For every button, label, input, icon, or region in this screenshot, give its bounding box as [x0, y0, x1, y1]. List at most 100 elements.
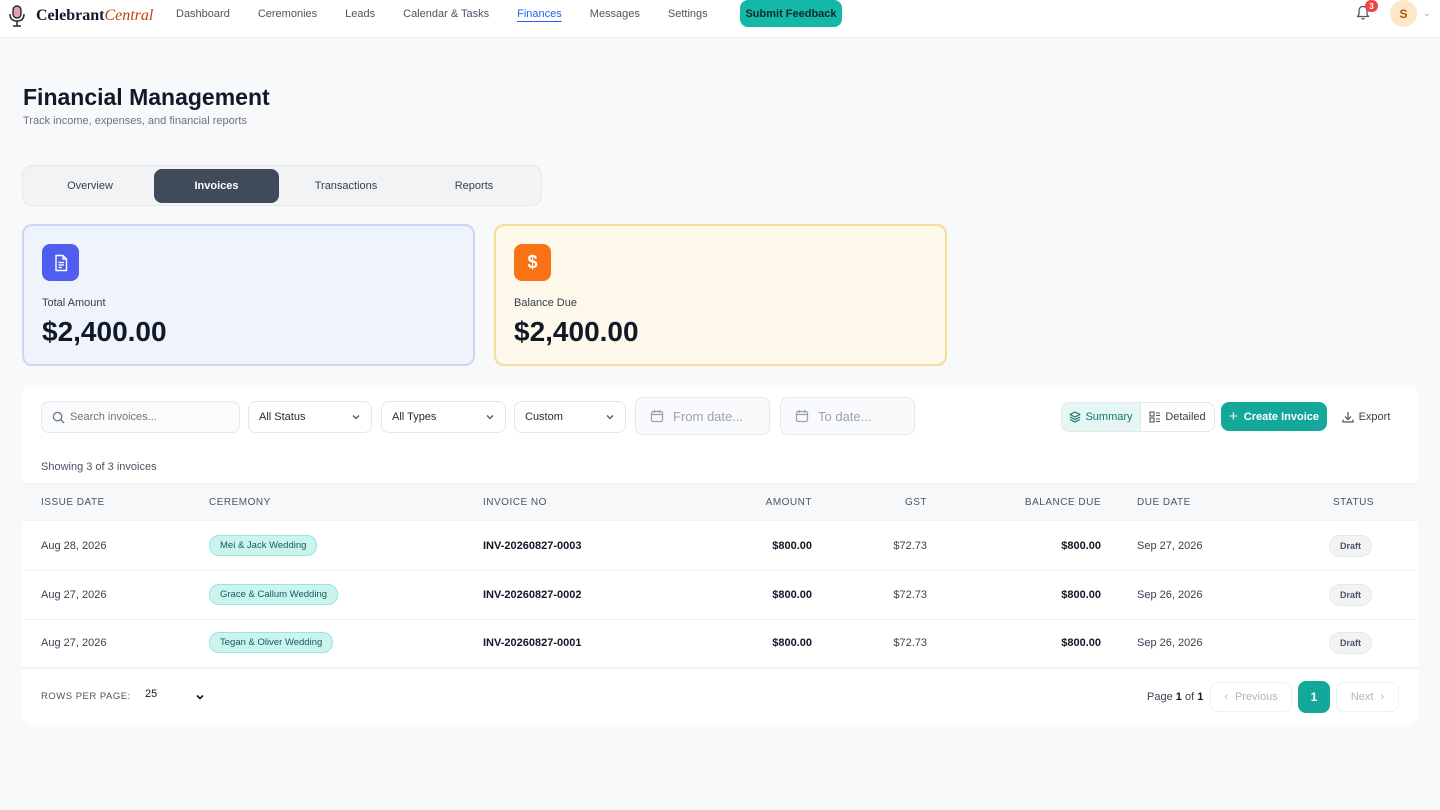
page-of: of	[1184, 691, 1195, 703]
amount-cell: $800.00	[772, 637, 812, 649]
amount-cell: $800.00	[772, 540, 812, 552]
invoice-no-cell[interactable]: INV-20260827-0002	[483, 589, 581, 601]
nav-messages[interactable]: Messages	[590, 8, 640, 20]
nav-calendar-tasks[interactable]: Calendar & Tasks	[403, 8, 489, 20]
app-logo[interactable]: CelebrantCentral	[8, 4, 153, 28]
page-info: Page 1 of 1	[1147, 691, 1203, 703]
chevron-down-icon[interactable]: ⌄	[1423, 8, 1431, 19]
page-current: 1	[1175, 691, 1182, 703]
ceremony-tag[interactable]: Grace & Callum Wedding	[209, 584, 339, 605]
create-invoice-button[interactable]: + Create Invoice	[1221, 402, 1327, 431]
column-invoice-no[interactable]: INVOICE NO	[483, 497, 547, 508]
rows-per-page-select[interactable]: 25	[145, 688, 205, 706]
total-amount-value: $2,400.00	[42, 316, 167, 347]
gst-cell: $72.73	[893, 637, 927, 649]
document-icon	[42, 244, 79, 281]
page-subtitle: Track income, expenses, and financial re…	[23, 115, 247, 127]
chevron-down-icon	[486, 415, 494, 420]
nav-settings[interactable]: Settings	[668, 8, 708, 20]
export-button[interactable]: Export	[1338, 402, 1394, 431]
table-header: ISSUE DATE CEREMONY INVOICE NO AMOUNT GS…	[22, 483, 1418, 521]
results-count: Showing 3 of 3 invoices	[41, 461, 157, 473]
balance-due-cell: $800.00	[1061, 637, 1101, 649]
column-balance-due[interactable]: BALANCE DUE	[1025, 497, 1101, 508]
nav-finances[interactable]: Finances	[517, 8, 562, 20]
rows-per-page-value: 25	[145, 688, 158, 700]
due-date-cell: Sep 26, 2026	[1137, 637, 1203, 649]
chevron-right-icon: ›	[1380, 691, 1385, 703]
type-filter[interactable]: All Types	[381, 401, 506, 433]
column-due-date[interactable]: DUE DATE	[1137, 497, 1191, 508]
status-filter-value: All Status	[259, 411, 306, 423]
microphone-icon	[9, 5, 25, 27]
nav-leads[interactable]: Leads	[345, 8, 375, 20]
balance-due-card: $ Balance Due $2,400.00	[494, 224, 947, 366]
finance-tabs: Overview Invoices Transactions Reports	[22, 165, 542, 206]
column-status[interactable]: STATUS	[1333, 497, 1374, 508]
ceremony-tag[interactable]: Mei & Jack Wedding	[209, 535, 318, 556]
column-amount[interactable]: AMOUNT	[766, 497, 812, 508]
list-icon	[1149, 411, 1161, 423]
balance-due-cell: $800.00	[1061, 540, 1101, 552]
tab-reports[interactable]: Reports	[410, 169, 538, 203]
search-icon	[52, 411, 65, 424]
user-avatar[interactable]: S	[1390, 0, 1417, 27]
chevron-down-icon	[196, 694, 204, 700]
page-prefix: Page	[1147, 691, 1173, 703]
view-toggle: Summary Detailed	[1061, 402, 1215, 432]
due-date-cell: Sep 26, 2026	[1137, 589, 1203, 601]
from-date-input[interactable]: From date...	[635, 397, 770, 435]
to-date-input[interactable]: To date...	[780, 397, 915, 435]
logo-text: CelebrantCentral	[36, 7, 154, 24]
balance-due-value: $2,400.00	[514, 316, 639, 347]
invoice-no-cell[interactable]: INV-20260827-0001	[483, 637, 581, 649]
status-badge: Draft	[1329, 535, 1372, 557]
table-row[interactable]: Aug 27, 2026 Grace & Callum Wedding INV-…	[22, 571, 1418, 620]
search-input[interactable]	[70, 402, 235, 432]
previous-page-button[interactable]: ‹ Previous	[1210, 682, 1292, 712]
due-date-cell: Sep 27, 2026	[1137, 540, 1203, 552]
from-date-placeholder: From date...	[673, 408, 744, 424]
tab-invoices[interactable]: Invoices	[154, 169, 279, 203]
plus-icon: +	[1229, 408, 1238, 425]
type-filter-value: All Types	[392, 411, 437, 423]
top-navigation: CelebrantCentral Dashboard Ceremonies Le…	[0, 0, 1440, 38]
invoice-no-cell[interactable]: INV-20260827-0003	[483, 540, 581, 552]
column-ceremony[interactable]: CEREMONY	[209, 497, 271, 508]
status-filter[interactable]: All Status	[248, 401, 372, 433]
page-total: 1	[1197, 691, 1204, 703]
status-badge: Draft	[1329, 584, 1372, 606]
balance-due-cell: $800.00	[1061, 589, 1101, 601]
dollar-icon: $	[514, 244, 551, 281]
detailed-view-button[interactable]: Detailed	[1141, 403, 1214, 431]
tab-overview[interactable]: Overview	[26, 169, 154, 203]
tab-transactions[interactable]: Transactions	[282, 169, 410, 203]
create-invoice-label: Create Invoice	[1243, 410, 1319, 423]
invoices-panel: All Status All Types Custom From date...…	[22, 385, 1418, 725]
export-label: Export	[1358, 410, 1391, 423]
issue-date-cell: Aug 27, 2026	[41, 589, 107, 601]
summary-view-button[interactable]: Summary	[1062, 403, 1141, 431]
submit-feedback-button[interactable]: Submit Feedback	[740, 0, 842, 27]
chevron-down-icon	[606, 415, 614, 420]
previous-label: Previous	[1234, 691, 1278, 703]
calendar-icon	[650, 410, 664, 423]
column-issue-date[interactable]: ISSUE DATE	[41, 497, 105, 508]
period-filter[interactable]: Custom	[514, 401, 626, 433]
table-row[interactable]: Aug 27, 2026 Tegan & Oliver Wedding INV-…	[22, 619, 1418, 668]
layers-icon	[1069, 411, 1082, 423]
nav-ceremonies[interactable]: Ceremonies	[258, 8, 317, 20]
column-gst[interactable]: GST	[905, 497, 927, 508]
next-page-button[interactable]: Next ›	[1336, 682, 1399, 712]
total-amount-label: Total Amount	[42, 297, 106, 309]
chevron-down-icon	[352, 415, 360, 420]
next-label: Next	[1350, 691, 1374, 703]
period-filter-value: Custom	[525, 411, 563, 423]
table-row[interactable]: Aug 28, 2026 Mei & Jack Wedding INV-2026…	[22, 522, 1418, 571]
ceremony-tag[interactable]: Tegan & Oliver Wedding	[209, 632, 334, 653]
nav-dashboard[interactable]: Dashboard	[176, 8, 230, 20]
notification-badge: 3	[1365, 0, 1378, 12]
gst-cell: $72.73	[893, 589, 927, 601]
page-1-button[interactable]: 1	[1298, 681, 1330, 713]
summary-view-label: Summary	[1085, 411, 1133, 423]
